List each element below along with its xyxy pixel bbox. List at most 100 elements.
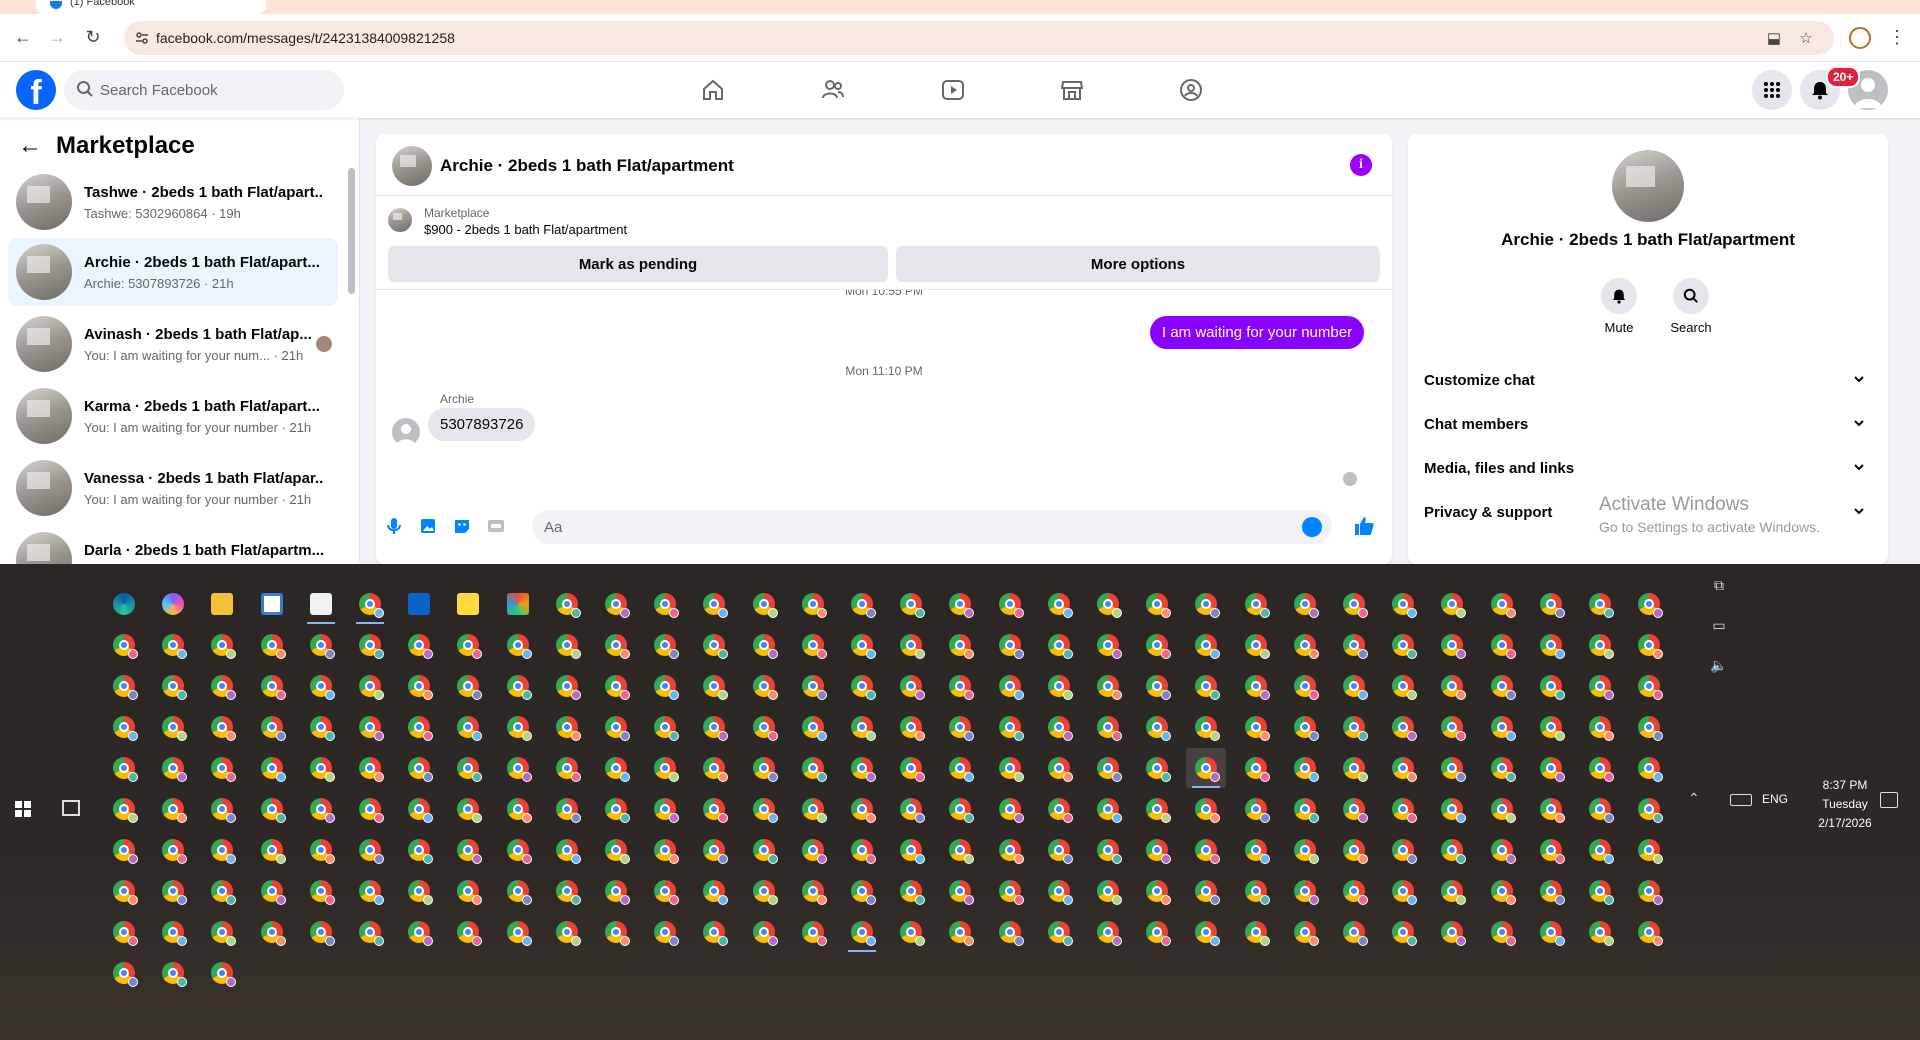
chrome-profile-taskbar-button[interactable] <box>1580 789 1620 829</box>
windows-start-icon[interactable] <box>15 801 31 817</box>
chrome-profile-taskbar-button[interactable] <box>1432 871 1472 911</box>
chrome-profile-taskbar-button[interactable] <box>842 871 882 911</box>
nav-groups[interactable] <box>1136 70 1246 110</box>
chrome-profile-taskbar-button[interactable] <box>547 748 587 788</box>
chrome-profile-taskbar-button[interactable] <box>1039 748 1079 788</box>
chrome-profile-taskbar-button[interactable] <box>202 912 242 952</box>
chrome-profile-taskbar-button[interactable] <box>694 871 734 911</box>
chrome-profile-taskbar-button[interactable] <box>645 830 685 870</box>
thumbs-up-icon[interactable] <box>1352 514 1376 538</box>
chrome-profile-taskbar-button[interactable] <box>694 707 734 747</box>
chrome-profile-taskbar-button[interactable] <box>596 584 636 624</box>
chrome-profile-taskbar-button[interactable] <box>1236 584 1276 624</box>
chrome-profile-taskbar-button[interactable] <box>399 748 439 788</box>
chrome-profile-taskbar-button[interactable] <box>1039 625 1079 665</box>
chrome-profile-taskbar-button[interactable] <box>1629 748 1669 788</box>
chrome-profile-taskbar-button[interactable] <box>645 912 685 952</box>
chrome-profile-taskbar-button[interactable] <box>1088 584 1128 624</box>
chrome-profile-taskbar-button[interactable] <box>350 625 390 665</box>
chrome-profile-taskbar-button[interactable] <box>153 871 193 911</box>
chrome-profile-taskbar-button[interactable] <box>793 584 833 624</box>
details-avatar[interactable] <box>1612 150 1684 222</box>
chrome-profile-taskbar-button[interactable] <box>202 830 242 870</box>
chrome-profile-taskbar-button[interactable] <box>399 666 439 706</box>
sender-avatar[interactable] <box>392 418 420 446</box>
chrome-profile-taskbar-button[interactable] <box>1580 584 1620 624</box>
chrome-profile-taskbar-button[interactable] <box>744 871 784 911</box>
chrome-profile-taskbar-button[interactable] <box>202 666 242 706</box>
chrome-profile-taskbar-button[interactable] <box>1383 748 1423 788</box>
chrome-profile-taskbar-button[interactable] <box>990 871 1030 911</box>
chrome-profile-taskbar-button[interactable] <box>891 912 931 952</box>
chrome-profile-taskbar-button[interactable] <box>399 912 439 952</box>
chrome-profile-taskbar-button[interactable] <box>990 666 1030 706</box>
chrome-profile-taskbar-button[interactable] <box>153 666 193 706</box>
chrome-profile-taskbar-button[interactable] <box>104 871 144 911</box>
chrome-profile-taskbar-button[interactable] <box>596 666 636 706</box>
chrome-profile-taskbar-button[interactable] <box>1629 789 1669 829</box>
chrome-profile-taskbar-button[interactable] <box>448 789 488 829</box>
scrollbar-thumb[interactable] <box>348 168 355 294</box>
sticky-notes-icon[interactable] <box>448 584 488 624</box>
task-view-icon[interactable] <box>62 800 80 816</box>
chrome-profile-taskbar-button[interactable] <box>1629 625 1669 665</box>
chrome-profile-taskbar-button[interactable] <box>1088 625 1128 665</box>
chrome-profile-taskbar-button[interactable] <box>596 871 636 911</box>
chrome-profile-taskbar-button[interactable] <box>694 584 734 624</box>
chrome-profile-taskbar-button[interactable] <box>202 789 242 829</box>
chrome-profile-taskbar-button[interactable] <box>1137 666 1177 706</box>
chrome-profile-taskbar-button[interactable] <box>793 789 833 829</box>
chrome-profile-taskbar-button[interactable] <box>645 871 685 911</box>
chrome-profile-taskbar-button[interactable] <box>1383 789 1423 829</box>
chrome-profile-taskbar-button[interactable] <box>1482 830 1522 870</box>
chrome-profile-taskbar-button[interactable] <box>1137 625 1177 665</box>
chrome-profile-taskbar-button[interactable] <box>350 830 390 870</box>
chrome-profile-taskbar-button[interactable] <box>645 584 685 624</box>
microsoft-store-icon[interactable] <box>252 584 292 624</box>
chrome-profile-taskbar-button[interactable] <box>448 912 488 952</box>
chrome-profile-taskbar-button[interactable] <box>1137 584 1177 624</box>
chrome-profile-taskbar-button[interactable] <box>301 830 341 870</box>
chrome-profile-taskbar-button[interactable] <box>1580 830 1620 870</box>
chrome-profile-taskbar-button[interactable] <box>498 912 538 952</box>
chrome-profile-taskbar-button[interactable] <box>547 871 587 911</box>
chrome-profile-taskbar-button[interactable] <box>1383 666 1423 706</box>
chrome-profile-taskbar-button[interactable] <box>1039 584 1079 624</box>
chrome-profile-taskbar-button[interactable] <box>202 625 242 665</box>
chrome-profile-taskbar-button[interactable] <box>498 666 538 706</box>
chrome-profile-taskbar-button[interactable] <box>1580 707 1620 747</box>
chrome-profile-taskbar-button[interactable] <box>694 789 734 829</box>
taskbar-clock[interactable]: 8:37 PM Tuesday 2/17/2026 <box>1798 776 1892 833</box>
chrome-profile-taskbar-button[interactable] <box>350 584 390 624</box>
menu-grid-button[interactable] <box>1752 70 1792 110</box>
chrome-profile-taskbar-button[interactable] <box>645 625 685 665</box>
chrome-profile-taskbar-button[interactable] <box>350 912 390 952</box>
chrome-profile-taskbar-button[interactable] <box>1285 666 1325 706</box>
chrome-profile-taskbar-button[interactable] <box>301 666 341 706</box>
copilot-icon[interactable] <box>153 584 193 624</box>
chrome-profile-taskbar-button[interactable] <box>842 666 882 706</box>
chrome-profile-taskbar-button[interactable] <box>1039 789 1079 829</box>
chrome-profile-taskbar-button[interactable] <box>1432 625 1472 665</box>
chrome-profile-taskbar-button[interactable] <box>350 707 390 747</box>
address-bar[interactable]: facebook.com/messages/t/2423138400982125… <box>124 21 1834 55</box>
chrome-profile-taskbar-button[interactable] <box>1088 871 1128 911</box>
chrome-profile-taskbar-button[interactable] <box>448 625 488 665</box>
browser-tab[interactable]: (1) Facebook <box>36 0 266 14</box>
chrome-profile-taskbar-button[interactable] <box>1186 666 1226 706</box>
chrome-profile-taskbar-button[interactable] <box>547 707 587 747</box>
gif-icon[interactable] <box>484 514 508 538</box>
chrome-profile-taskbar-button[interactable] <box>1531 748 1571 788</box>
nav-video[interactable] <box>898 70 1008 110</box>
incoming-message[interactable]: 5307893726 <box>428 408 536 441</box>
chrome-profile-taskbar-button[interactable] <box>252 912 292 952</box>
chrome-profile-taskbar-button[interactable] <box>498 707 538 747</box>
chrome-profile-taskbar-button[interactable] <box>940 830 980 870</box>
paint-icon[interactable] <box>301 584 341 624</box>
chrome-profile-taskbar-button[interactable] <box>448 871 488 911</box>
chrome-profile-taskbar-button[interactable] <box>350 748 390 788</box>
chrome-profile-taskbar-button[interactable] <box>1236 625 1276 665</box>
media-files-links-row[interactable]: Media, files and links <box>1424 450 1872 490</box>
chrome-profile-taskbar-button[interactable] <box>104 707 144 747</box>
chrome-profile-taskbar-button[interactable] <box>399 789 439 829</box>
